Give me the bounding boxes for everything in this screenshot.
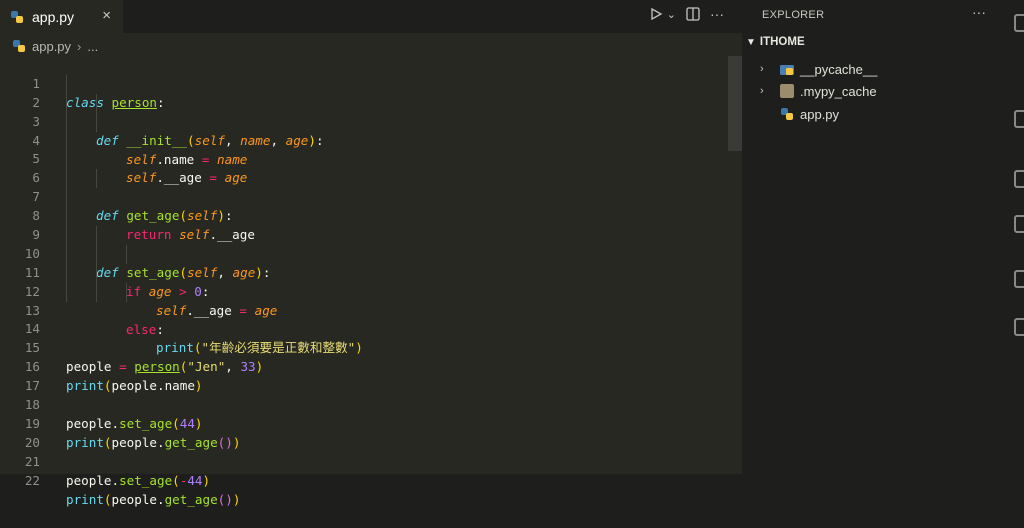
chevron-right-icon: › [760,63,764,75]
play-icon[interactable] [649,7,663,21]
tree-item-label: __pycache__ [800,61,878,77]
breadcrumb: app.py › ... [12,36,98,56]
tab-app-py[interactable]: app.py × [0,0,123,33]
vertical-scrollbar[interactable] [728,56,742,474]
code-line: 14 [0,302,728,336]
scrollbar-thumb[interactable] [728,56,742,151]
workspace-section-header[interactable]: ▼ ITHOME [746,36,805,48]
editor-actions: ⌄ ··· [649,6,724,22]
breadcrumb-file[interactable]: app.py [32,39,71,54]
testing-icon[interactable] [1014,270,1024,288]
code-line: 4 self.__age = age [0,112,728,185]
debug-icon[interactable] [1014,170,1024,188]
code-line: 1 class person: [0,56,728,110]
workspace-name: ITHOME [759,36,805,48]
code-line: 16 print(people.name) [0,339,728,393]
python-folder-icon [780,65,794,75]
python-file-icon [11,10,23,23]
code-line: 5 [0,131,728,166]
code-line: 20 [0,415,728,450]
code-line: 18 people.set_age(44) [0,377,728,431]
code-line: 6 def get_age(self): [0,150,728,223]
code-line: 7 return self.__age [0,169,728,242]
tree-item-app-py[interactable]: app.py [742,103,1004,125]
breadcrumb-more[interactable]: ... [87,39,98,54]
tree-item-label: .mypy_cache [800,83,877,99]
folder-icon [780,84,794,98]
python-file-icon [13,40,25,52]
code-line: 21 people.set_age(-44) [0,434,728,488]
activity-bar [1004,0,1024,474]
tree-item-mypy-cache[interactable]: › .mypy_cache [742,80,1004,102]
code-line: 13 print("年齡必須要是正數和整數") [0,282,728,355]
code-line: 10 if age > 0: [0,226,728,299]
code-line: 11 self.__age = age [0,244,728,318]
line-number: 22 [24,472,40,488]
explorer-title: EXPLORER [762,9,825,21]
code-editor[interactable]: 1 class person: 2 def __init__(self, nam… [0,56,728,507]
code-line: 17 [0,358,728,393]
breadcrumb-separator: › [77,38,82,54]
explorer-panel: EXPLORER ··· ▼ ITHOME › __pycache__ › .m… [742,0,1004,474]
more-actions-icon[interactable]: ··· [710,6,724,22]
more-actions-icon[interactable]: ··· [972,4,986,20]
code-line: 8 [0,188,728,223]
close-icon[interactable]: × [102,7,111,24]
extensions-icon[interactable] [1014,215,1024,233]
chevron-down-icon[interactable]: ⌄ [667,8,676,21]
split-editor-icon[interactable] [686,7,700,21]
code-line: 12 else: [0,263,728,337]
python-file-icon [781,108,793,120]
explorer-icon[interactable] [1014,14,1024,32]
tree-item-pycache[interactable]: › __pycache__ [742,58,1004,80]
code-line: 15 people = person("Jen", 33) [0,320,728,374]
code-line: 9 def set_age(self, age): [0,207,728,280]
chevron-right-icon: › [760,85,764,97]
remote-icon[interactable] [1014,318,1024,336]
tab-label: app.py [32,8,75,25]
code-line: 22 print(people.get_age()) [0,453,728,507]
editor-group: app.py × ⌄ ··· app.py › ... 1 class pers… [0,0,742,507]
code-line: 19 print(people.get_age()) [0,396,728,450]
tab-bar: app.py × ⌄ ··· [0,0,742,33]
source-control-icon[interactable] [1014,110,1024,128]
chevron-down-icon: ▼ [746,36,756,48]
code-line: 3 self.name = name [0,93,728,167]
code-line: 2 def __init__(self, name, age): [0,74,728,148]
tree-item-label: app.py [800,106,840,122]
